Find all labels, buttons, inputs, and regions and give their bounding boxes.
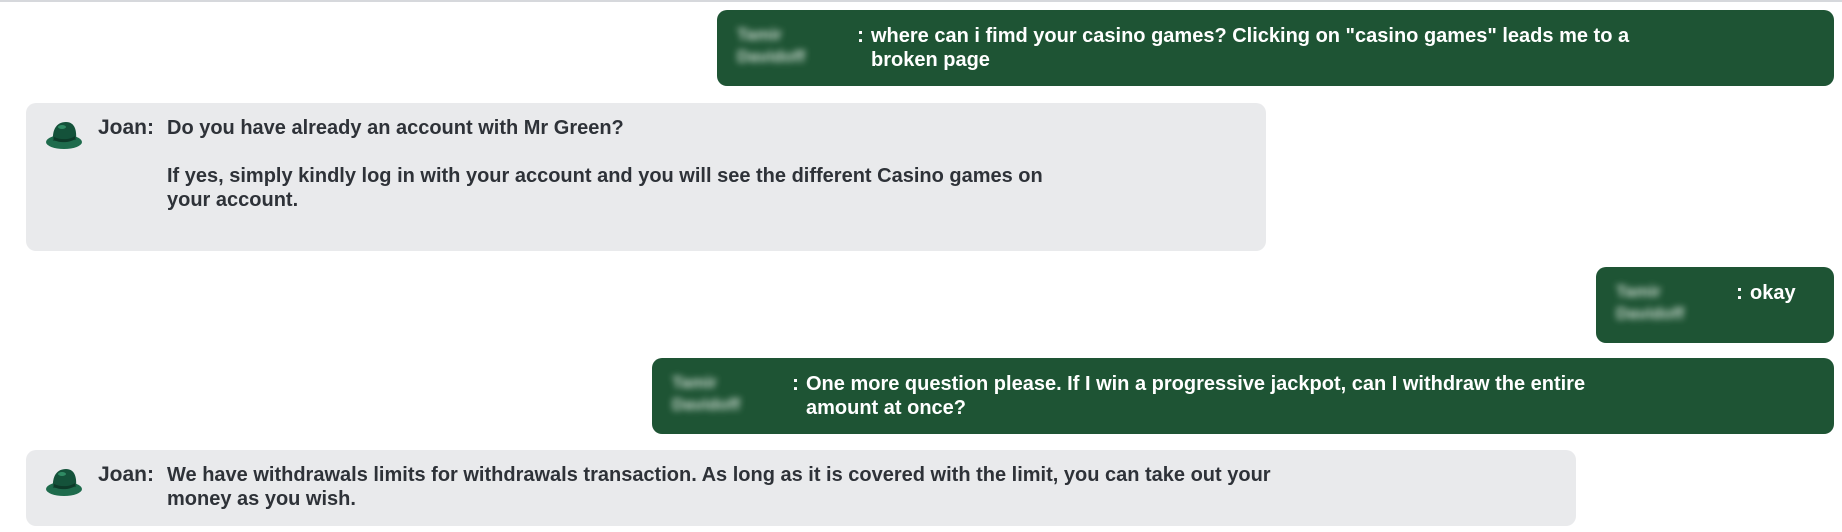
chat-transcript[interactable]: Tamir Davidoff : where can i fimd your c…	[0, 0, 1842, 532]
agent-message-bubble: Joan: We have withdrawals limits for wit…	[26, 450, 1576, 526]
user-name-redacted: Tamir Davidoff	[672, 373, 740, 414]
message-text: We have withdrawals limits for withdrawa…	[167, 464, 1271, 510]
message-text: okay	[1750, 282, 1796, 304]
sender-separator: :	[792, 372, 799, 395]
sender-separator: :	[1736, 281, 1743, 304]
user-name-redacted: Tamir Davidoff	[737, 25, 805, 66]
sender-separator: :	[857, 24, 864, 47]
user-message-bubble: Tamir Davidoff : One more question pleas…	[652, 358, 1834, 434]
agent-name: Joan:	[98, 463, 155, 486]
message-text: Do you have already an account with Mr G…	[167, 117, 1043, 211]
message-text: One more question please. If I win a pro…	[806, 373, 1586, 419]
user-message-bubble: Tamir Davidoff : okay	[1596, 267, 1834, 343]
green-hat-icon	[46, 122, 82, 149]
message-text: where can i fimd your casino games? Clic…	[871, 25, 1630, 71]
agent-name: Joan:	[98, 116, 155, 139]
user-name-redacted: Tamir Davidoff	[1616, 282, 1684, 323]
agent-message-bubble: Joan: Do you have already an account wit…	[26, 103, 1266, 251]
green-hat-icon	[46, 469, 82, 496]
user-message-bubble: Tamir Davidoff : where can i fimd your c…	[717, 10, 1834, 86]
